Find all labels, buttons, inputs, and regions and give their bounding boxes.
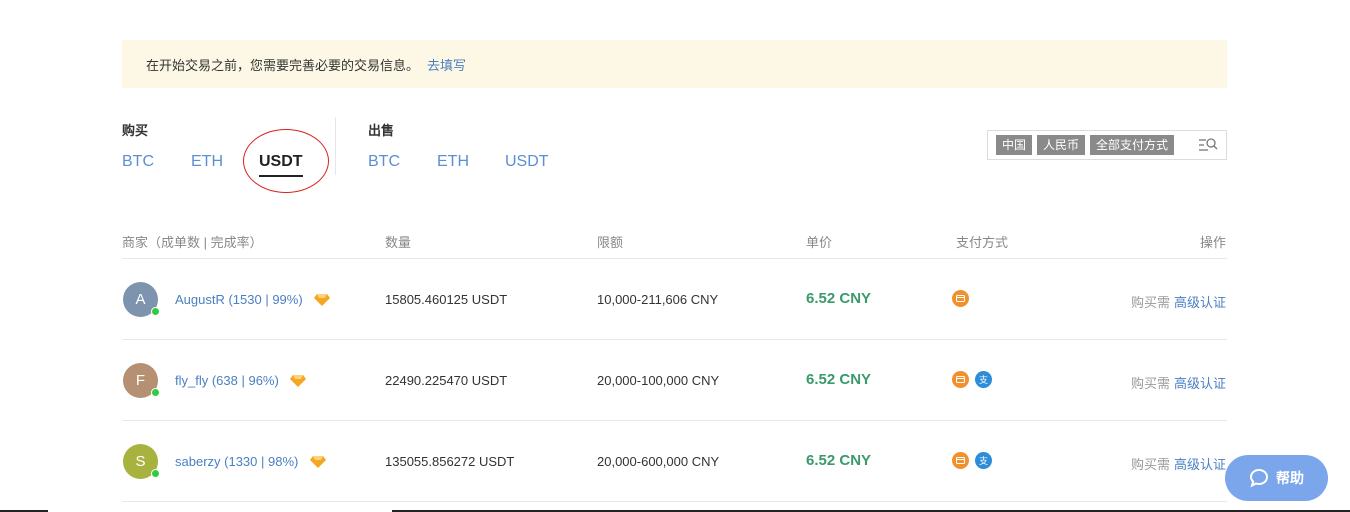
- diamond-badge-icon: [314, 293, 331, 309]
- advanced-verification-link[interactable]: 高级认证: [1174, 376, 1226, 391]
- header-limit: 限额: [597, 235, 624, 250]
- quantity-cell: 22490.225470 USDT: [385, 373, 508, 388]
- table-row: A AugustR (1530 | 99%) 15805.460125 USDT…: [0, 259, 1350, 340]
- sell-tab-btc[interactable]: BTC: [368, 153, 400, 171]
- chat-bubble-icon: [1249, 468, 1269, 488]
- avatar[interactable]: A: [123, 282, 160, 317]
- notice-fill-link[interactable]: 去填写: [427, 55, 466, 74]
- advanced-verification-link[interactable]: 高级认证: [1174, 295, 1226, 310]
- bank-card-icon: [952, 452, 969, 469]
- action-cell: 购买需 高级认证: [1130, 295, 1226, 310]
- sell-tab-usdt[interactable]: USDT: [505, 153, 549, 171]
- quantity-cell: 135055.856272 USDT: [385, 454, 515, 469]
- price-cell: 6.52 CNY: [806, 290, 872, 307]
- limit-cell: 20,000-600,000 CNY: [597, 454, 720, 469]
- buy-group-label: 购买: [122, 123, 149, 138]
- header-price: 单价: [806, 235, 833, 250]
- header-payment: 支付方式: [956, 235, 1009, 250]
- avatar[interactable]: S: [123, 444, 160, 479]
- merchant-name[interactable]: fly_fly (638 | 96%): [175, 373, 307, 390]
- notice-bar: 在开始交易之前，您需要完善必要的交易信息。 去填写: [122, 40, 1227, 88]
- limit-cell: 20,000-100,000 CNY: [597, 373, 720, 388]
- action-cell: 购买需 高级认证: [1130, 457, 1226, 472]
- bank-card-icon: [952, 371, 969, 388]
- tab-group-divider: [335, 117, 336, 175]
- filter-bar: 中国 人民币 全部支付方式: [987, 130, 1227, 160]
- merchant-name[interactable]: saberzy (1330 | 98%): [175, 454, 326, 471]
- price-cell: 6.52 CNY: [806, 452, 872, 469]
- limit-cell: 10,000-211,606 CNY: [597, 292, 719, 307]
- quantity-cell: 15805.460125 USDT: [385, 292, 508, 307]
- avatar[interactable]: F: [123, 363, 160, 398]
- bank-card-icon: [952, 290, 969, 307]
- alipay-icon: 支: [975, 452, 992, 469]
- table-row: S saberzy (1330 | 98%) 135055.856272 USD…: [0, 421, 1350, 502]
- action-cell: 购买需 高级认证: [1130, 376, 1226, 391]
- online-status-dot: [151, 469, 160, 478]
- price-cell: 6.52 CNY: [806, 371, 872, 388]
- help-label: 帮助: [1276, 470, 1304, 486]
- alipay-icon: 支: [975, 371, 992, 388]
- sell-group-label: 出售: [368, 123, 395, 138]
- diamond-badge-icon: [290, 374, 307, 390]
- currency-filter[interactable]: 人民币: [1037, 135, 1086, 155]
- advanced-verification-link[interactable]: 高级认证: [1174, 457, 1226, 472]
- notice-text: 在开始交易之前，您需要完善必要的交易信息。: [146, 57, 420, 73]
- sell-tab-eth[interactable]: ETH: [437, 153, 469, 171]
- merchant-name[interactable]: AugustR (1530 | 99%): [175, 292, 331, 309]
- country-filter[interactable]: 中国: [996, 135, 1033, 155]
- header-quantity: 数量: [385, 235, 412, 250]
- buy-tab-btc[interactable]: BTC: [122, 153, 154, 171]
- header-action: 操作: [1199, 235, 1226, 250]
- payment-filter[interactable]: 全部支付方式: [1090, 135, 1175, 155]
- online-status-dot: [151, 388, 160, 397]
- diamond-badge-icon: [309, 455, 326, 471]
- online-status-dot: [151, 307, 160, 316]
- row-divider: [122, 501, 1227, 502]
- help-button[interactable]: 帮助: [1225, 455, 1328, 501]
- buy-tab-eth[interactable]: ETH: [191, 153, 223, 171]
- buy-tab-usdt[interactable]: USDT: [259, 153, 303, 177]
- filter-search-icon[interactable]: [1198, 136, 1218, 154]
- table-row: F fly_fly (638 | 96%) 22490.225470 USDT …: [0, 340, 1350, 421]
- header-merchant: 商家（成单数 | 完成率）: [122, 235, 263, 250]
